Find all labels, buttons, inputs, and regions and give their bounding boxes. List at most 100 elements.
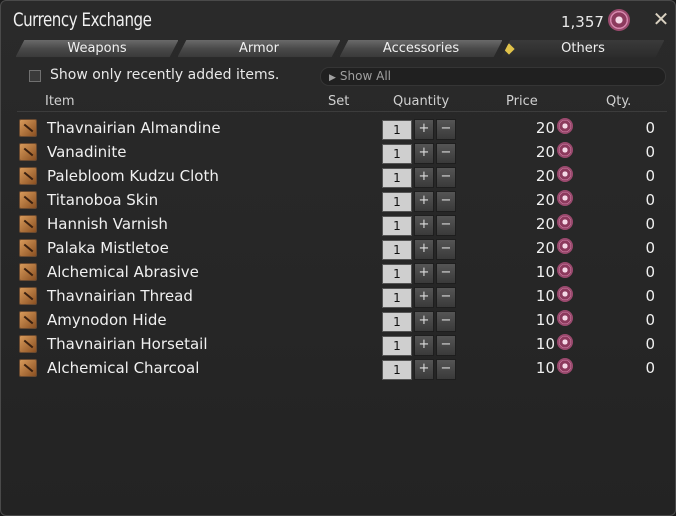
tab-weapons[interactable]: Weapons [15,39,179,58]
quantity-input[interactable]: 1 [382,216,412,236]
quantity-input[interactable]: 1 [382,312,412,332]
column-qty: Qty. [606,94,632,109]
quantity-input[interactable]: 1 [382,336,412,356]
decrease-quantity-button[interactable]: − [436,143,456,164]
item-icon [19,311,37,329]
quantity-input[interactable]: 1 [382,264,412,284]
decrease-quantity-button[interactable]: − [436,239,456,260]
increase-quantity-button[interactable]: + [414,119,434,140]
item-price: 10 [535,359,555,377]
recent-items-checkbox[interactable] [29,70,41,82]
decrease-quantity-button[interactable]: − [436,167,456,188]
decrease-quantity-button[interactable]: − [436,119,456,140]
decrease-quantity-button[interactable]: − [436,215,456,236]
currency-gem-icon [557,334,573,350]
item-icon [19,191,37,209]
currency-gem-icon [557,190,573,206]
quantity-input[interactable]: 1 [382,120,412,140]
tab-others[interactable]: Others [501,39,665,58]
quantity-input[interactable]: 1 [382,360,412,380]
increase-quantity-button[interactable]: + [414,335,434,356]
category-tabs: Weapons Armor Accessories Others [15,39,667,59]
increase-quantity-button[interactable]: + [414,143,434,164]
quantity-input[interactable]: 1 [382,288,412,308]
currency-gem-icon [557,118,573,134]
table-row[interactable]: Titanoboa Skin 1 + − 20 0 [17,189,667,213]
decrease-quantity-button[interactable]: − [436,359,456,380]
currency-gem-icon [557,214,573,230]
table-row[interactable]: Thavnairian Almandine 1 + − 20 0 [17,117,667,141]
table-row[interactable]: Amynodon Hide 1 + − 10 0 [17,309,667,333]
table-row[interactable]: Alchemical Charcoal 1 + − 10 0 [17,357,667,381]
item-name: Palebloom Kudzu Cloth [47,167,219,185]
currency-gem-icon [557,358,573,374]
item-icon [19,215,37,233]
close-icon[interactable]: ✕ [651,9,671,29]
decrease-quantity-button[interactable]: − [436,287,456,308]
currency-gem-icon [557,286,573,302]
table-row[interactable]: Palebloom Kudzu Cloth 1 + − 20 0 [17,165,667,189]
item-name: Alchemical Charcoal [47,359,200,377]
currency-gem-icon [557,166,573,182]
table-row[interactable]: Thavnairian Thread 1 + − 10 0 [17,285,667,309]
item-name: Thavnairian Horsetail [47,335,208,353]
tab-others-label: Others [561,41,605,56]
owned-quantity: 0 [645,143,655,161]
quantity-input[interactable]: 1 [382,192,412,212]
show-filter-dropdown[interactable]: ▶ Show All [320,67,666,86]
decrease-quantity-button[interactable]: − [436,311,456,332]
item-icon [19,167,37,185]
tab-accessories[interactable]: Accessories [339,39,503,58]
item-name: Amynodon Hide [47,311,167,329]
currency-gem-icon [557,310,573,326]
table-row[interactable]: Vanadinite 1 + − 20 0 [17,141,667,165]
increase-quantity-button[interactable]: + [414,287,434,308]
item-icon [19,263,37,281]
quantity-input[interactable]: 1 [382,144,412,164]
quantity-input[interactable]: 1 [382,240,412,260]
currency-gem-icon [557,262,573,278]
column-price: Price [506,94,538,109]
item-icon [19,359,37,377]
decrease-quantity-button[interactable]: − [436,263,456,284]
column-item: Item [45,94,75,109]
table-row[interactable]: Hannish Varnish 1 + − 20 0 [17,213,667,237]
currency-gem-icon [557,238,573,254]
increase-quantity-button[interactable]: + [414,239,434,260]
increase-quantity-button[interactable]: + [414,311,434,332]
tab-armor[interactable]: Armor [177,39,341,58]
decrease-quantity-button[interactable]: − [436,191,456,212]
column-set: Set [328,94,350,109]
item-name: Alchemical Abrasive [47,263,199,281]
item-icon [19,239,37,257]
owned-quantity: 0 [645,263,655,281]
item-name: Vanadinite [47,143,127,161]
recent-items-label: Show only recently added items. [50,67,280,83]
item-name: Titanoboa Skin [47,191,159,209]
owned-quantity: 0 [645,287,655,305]
table-row[interactable]: Thavnairian Horsetail 1 + − 10 0 [17,333,667,357]
owned-quantity: 0 [645,167,655,185]
filter-row: Show only recently added items. ▶ Show Al… [29,67,669,87]
item-price: 20 [535,215,555,233]
table-row[interactable]: Alchemical Abrasive 1 + − 10 0 [17,261,667,285]
owned-quantity: 0 [645,215,655,233]
increase-quantity-button[interactable]: + [414,263,434,284]
item-name: Thavnairian Almandine [47,119,221,137]
quantity-input[interactable]: 1 [382,168,412,188]
increase-quantity-button[interactable]: + [414,167,434,188]
table-header: Item Set Quantity Price Qty. [17,93,667,112]
increase-quantity-button[interactable]: + [414,359,434,380]
item-price: 20 [535,119,555,137]
item-list: Thavnairian Almandine 1 + −20 0 Vanadinite 1 + −… [17,117,667,381]
window-title: Currency Exchange [13,9,152,31]
currency-balance: 1,357 [561,13,604,31]
table-row[interactable]: Palaka Mistletoe 1 + − 20 0 [17,237,667,261]
decrease-quantity-button[interactable]: − [436,335,456,356]
item-price: 10 [535,335,555,353]
increase-quantity-button[interactable]: + [414,215,434,236]
item-name: Thavnairian Thread [47,287,193,305]
active-tab-marker-icon [503,43,515,55]
increase-quantity-button[interactable]: + [414,191,434,212]
owned-quantity: 0 [645,239,655,257]
